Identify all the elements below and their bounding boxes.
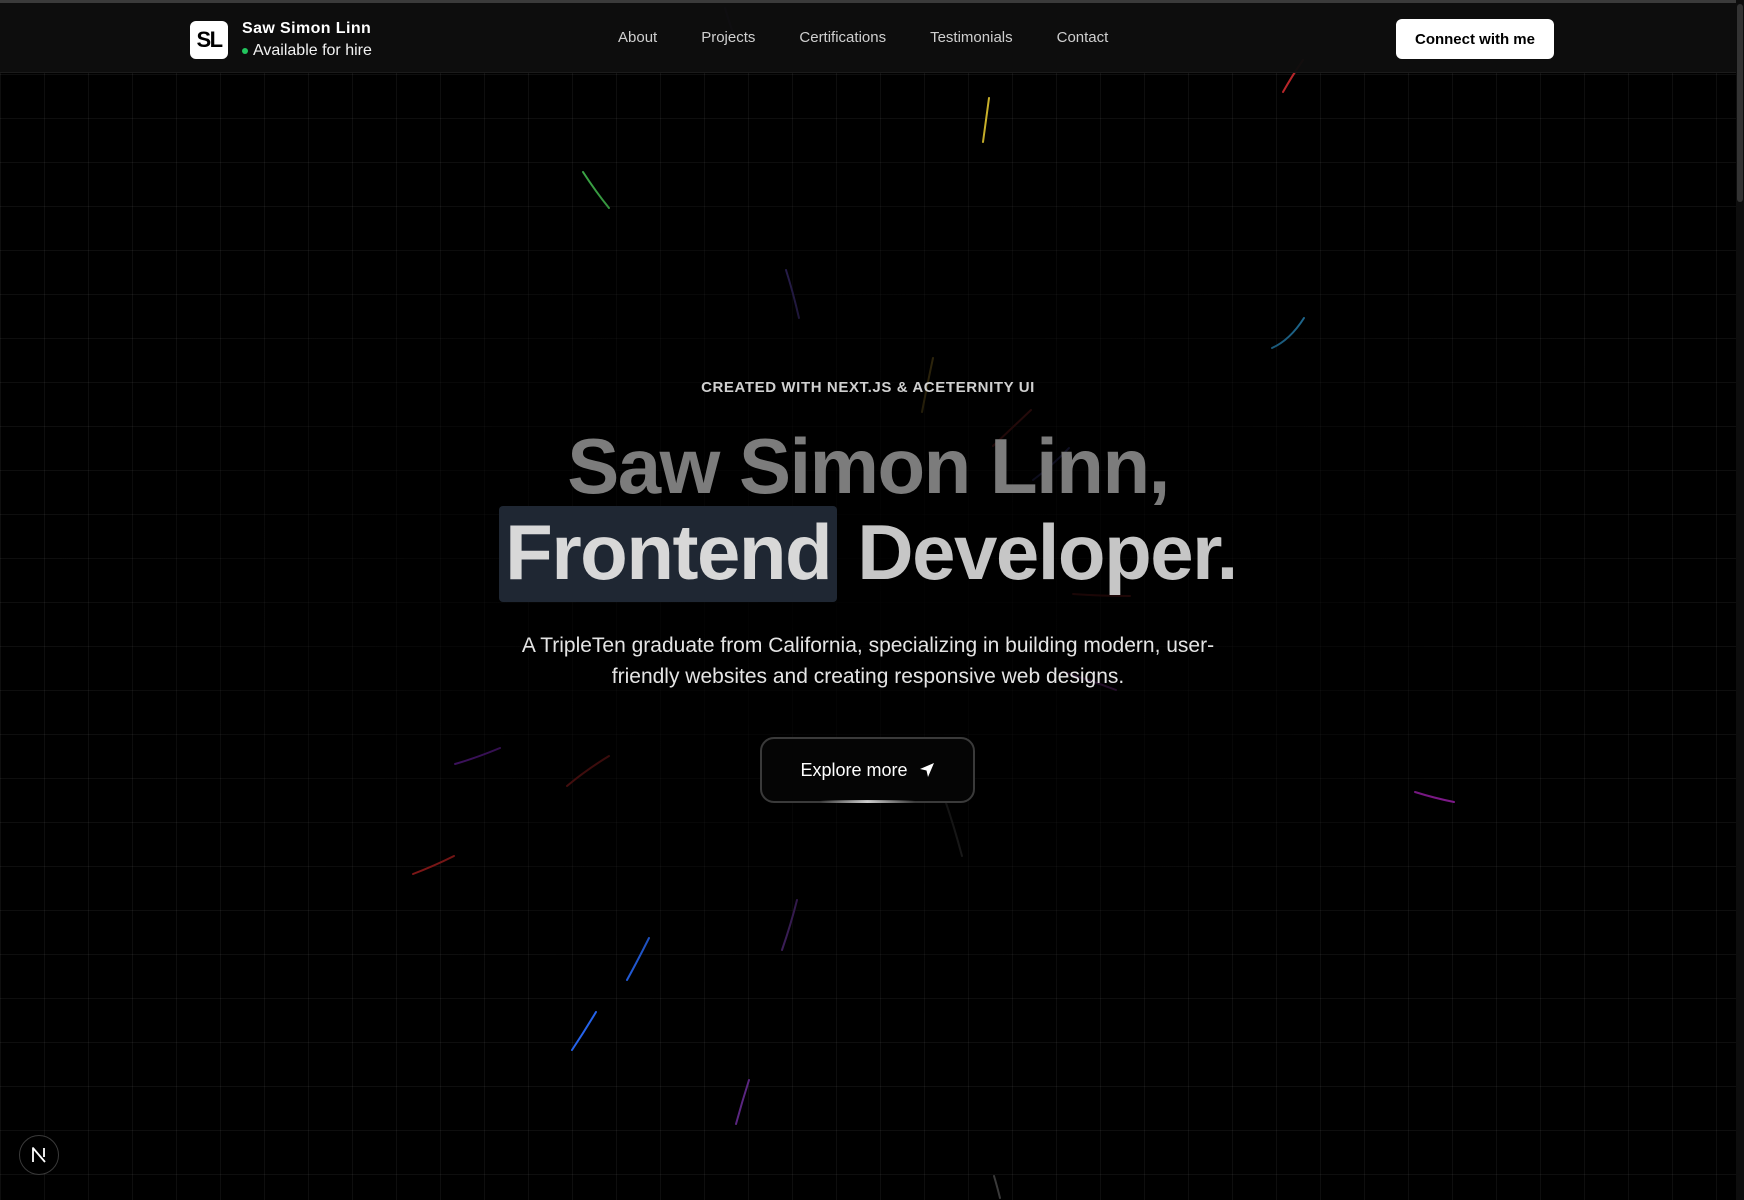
meteor-streak <box>571 1011 597 1051</box>
hero-eyebrow: CREATED WITH NEXT.JS & ACETERNITY UI <box>701 379 1035 396</box>
meteor-streak <box>454 747 501 765</box>
brand-text: Saw Simon Linn Available for hire <box>242 19 372 61</box>
button-glow <box>820 800 915 803</box>
nextjs-logo-icon[interactable] <box>19 1135 59 1175</box>
hero-headline: Saw Simon Linn, Frontend Developer. <box>0 420 1736 602</box>
status-dot-icon <box>242 48 248 54</box>
page: SL Saw Simon Linn Available for hire Abo… <box>0 0 1744 1200</box>
availability-status-label: Available for hire <box>253 42 372 59</box>
top-navbar: SL Saw Simon Linn Available for hire Abo… <box>0 3 1736 73</box>
scrollbar-thumb[interactable] <box>1737 4 1743 202</box>
connect-button[interactable]: Connect with me <box>1396 19 1554 59</box>
headline-highlight: Frontend <box>499 506 838 602</box>
nav-link-testimonials[interactable]: Testimonials <box>930 28 1013 48</box>
meteor-streak <box>566 755 610 787</box>
nav-link-certifications[interactable]: Certifications <box>799 28 886 48</box>
headline-name: Saw Simon Linn, <box>567 422 1170 510</box>
nav-link-contact[interactable]: Contact <box>1057 28 1109 48</box>
meteor-streak <box>735 1079 750 1125</box>
meteor-streak <box>1271 317 1305 349</box>
brand[interactable]: SL Saw Simon Linn Available for hire <box>190 19 372 61</box>
paper-plane-icon <box>919 762 935 778</box>
meteor-streak <box>582 171 610 209</box>
headline-role-rest: Developer. <box>857 508 1238 596</box>
main-nav: About Projects Certifications Testimonia… <box>618 28 1152 48</box>
scrollbar[interactable] <box>1736 0 1744 1200</box>
logo-icon: SL <box>190 21 228 59</box>
explore-more-label: Explore more <box>800 759 908 780</box>
brand-name: Saw Simon Linn <box>242 20 372 37</box>
meteor-streak <box>412 855 455 875</box>
nav-link-about[interactable]: About <box>618 28 657 48</box>
meteor-streak <box>944 799 963 857</box>
nav-link-projects[interactable]: Projects <box>701 28 755 48</box>
meteor-streak <box>982 97 990 143</box>
meteor-streak <box>626 937 650 981</box>
meteor-streak <box>785 269 800 319</box>
headline-role: Frontend Developer. <box>0 506 1736 602</box>
meteor-streak <box>993 1175 1001 1199</box>
availability-status: Available for hire <box>242 41 372 61</box>
hero-subtitle: A TripleTen graduate from California, sp… <box>521 634 1215 688</box>
meteor-streak <box>1414 791 1455 803</box>
explore-more-button[interactable]: Explore more <box>760 737 975 803</box>
meteor-streak <box>781 899 798 951</box>
